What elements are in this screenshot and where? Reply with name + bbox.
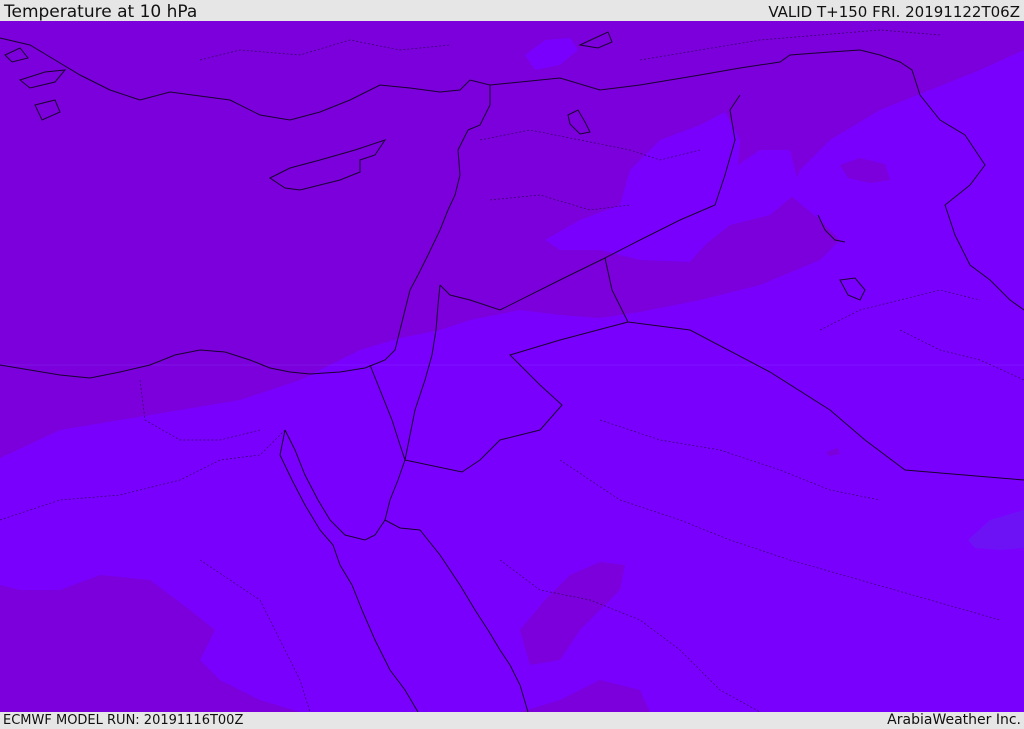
valid-time-label: VALID T+150 FRI. 20191122T06Z <box>768 3 1020 21</box>
weather-map[interactable] <box>0 21 1024 712</box>
credit-label: ArabiaWeather Inc. <box>887 712 1021 728</box>
model-run-label: ECMWF MODEL RUN: 20191116T00Z <box>3 713 244 728</box>
footer-bar: ECMWF MODEL RUN: 20191116T00Z ArabiaWeat… <box>0 712 1024 729</box>
header-bar: Temperature at 10 hPa VALID T+150 FRI. 2… <box>0 0 1024 21</box>
map-title: Temperature at 10 hPa <box>4 2 198 22</box>
